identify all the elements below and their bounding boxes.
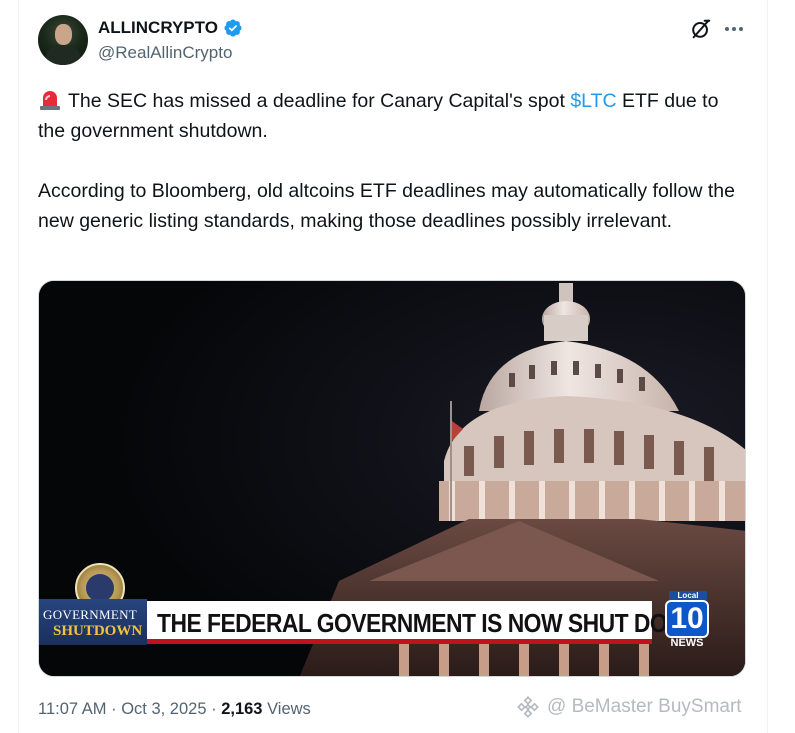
- tweet-paragraph-2: According to Bloomberg, old altcoins ETF…: [38, 180, 735, 232]
- government-shutdown-badge: GOVERNMENT SHUTDOWN: [39, 599, 147, 645]
- tweet-time[interactable]: 11:07 AM: [38, 700, 107, 718]
- tweet-media-image[interactable]: GOVERNMENT SHUTDOWN THE FEDERAL GOVERNME…: [38, 280, 746, 677]
- more-options-icon[interactable]: [722, 18, 746, 40]
- avatar[interactable]: [38, 15, 88, 65]
- meta-separator-1: ·: [111, 700, 117, 718]
- news-logo-number: 10: [665, 600, 709, 638]
- badge-line2: SHUTDOWN: [53, 623, 143, 639]
- tweet-date[interactable]: Oct 3, 2025: [121, 700, 206, 718]
- news-logo-word: NEWS: [670, 637, 704, 649]
- grok-icon[interactable]: [690, 18, 712, 40]
- news-lower-third: THE FEDERAL GOVERNMENT IS NOW SHUT DOWN: [147, 601, 705, 644]
- meta-separator-2: ·: [211, 700, 217, 718]
- verified-badge-icon: [224, 19, 242, 37]
- watermark-text: @ BeMaster BuySmart: [547, 696, 742, 717]
- tweet-text: The SEC has missed a deadline for Canary…: [38, 86, 738, 236]
- siren-icon: [40, 91, 60, 110]
- views-count: 2,163: [221, 700, 263, 718]
- news-headline: THE FEDERAL GOVERNMENT IS NOW SHUT DOWN: [157, 608, 705, 638]
- author-handle[interactable]: @RealAllinCrypto: [98, 43, 232, 63]
- avatar-head: [55, 24, 72, 45]
- tweet-meta: 11:07 AM · Oct 3, 2025 · 2,163 Views: [38, 700, 311, 719]
- badge-line1: GOVERNMENT: [43, 607, 137, 622]
- avatar-body: [46, 45, 80, 65]
- binance-logo-icon: [517, 696, 539, 718]
- watermark: @ BeMaster BuySmart: [515, 694, 742, 720]
- cashtag-link[interactable]: $LTC: [570, 90, 616, 112]
- author-display-name[interactable]: ALLINCRYPTO: [98, 18, 218, 38]
- tweet-text-part1: The SEC has missed a deadline for Canary…: [68, 90, 571, 112]
- tweet-paragraph-1: The SEC has missed a deadline for Canary…: [38, 86, 738, 146]
- views-label: Views: [267, 700, 311, 718]
- local10-news-logo: Local 10 NEWS: [663, 591, 711, 651]
- author-name-row[interactable]: ALLINCRYPTO: [98, 18, 243, 38]
